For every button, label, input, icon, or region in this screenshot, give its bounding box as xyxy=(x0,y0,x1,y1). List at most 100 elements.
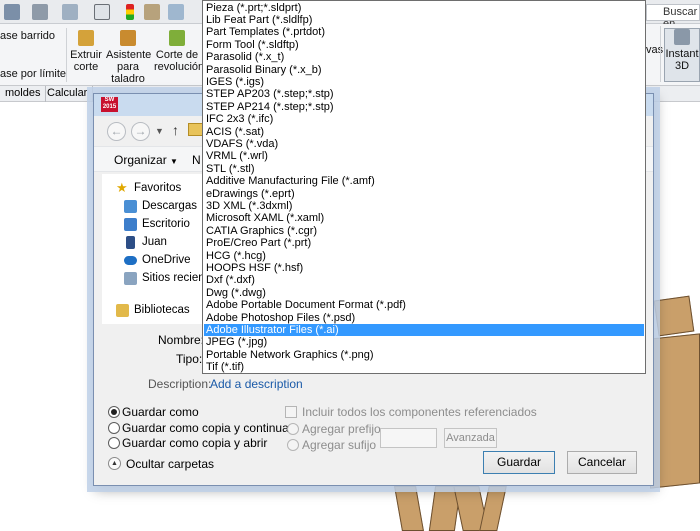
tab-calcular[interactable]: Calcular xyxy=(42,86,94,102)
filename-label: Nombre: xyxy=(158,333,205,347)
filetype-option[interactable]: STL (*.stl) xyxy=(204,163,644,175)
filetype-option[interactable]: Dwg (*.dwg) xyxy=(204,287,644,299)
nav-item-bibliotecas[interactable]: Bibliotecas xyxy=(116,302,206,320)
filetype-option[interactable]: Dxf (*.dxf) xyxy=(204,274,644,286)
radio-button[interactable] xyxy=(108,406,120,418)
cancel-button[interactable]: Cancelar xyxy=(567,451,637,474)
libraries-icon xyxy=(116,304,129,317)
nav-item-descargas[interactable]: Descargas xyxy=(124,198,206,216)
filetype-option[interactable]: ProE/Creo Part (*.prt) xyxy=(204,237,644,249)
include-components-checkbox[interactable]: Incluir todos los componentes referencia… xyxy=(285,404,537,420)
hole-wizard-button[interactable]: Asistente para taladro xyxy=(106,30,151,85)
nav-item-favoritos[interactable]: ★ Favoritos xyxy=(116,180,206,198)
radio-guardar-copia-continuar[interactable]: Guardar como copia y continuar xyxy=(108,420,293,436)
checkbox[interactable] xyxy=(285,406,297,418)
chevron-up-icon: ▲ xyxy=(108,457,121,470)
advanced-button[interactable]: Avanzada xyxy=(444,428,497,448)
radio-button[interactable] xyxy=(108,422,120,434)
filetype-option[interactable]: VDAFS (*.vda) xyxy=(204,138,644,150)
cloud-icon xyxy=(124,256,137,265)
save-icon[interactable] xyxy=(4,4,20,20)
ribbon-divider xyxy=(66,28,67,82)
filetype-option[interactable]: STEP AP214 (*.step;*.stp) xyxy=(204,101,644,113)
extruded-cut-icon xyxy=(78,30,94,46)
file-properties-icon[interactable] xyxy=(144,4,160,20)
filetype-option[interactable]: VRML (*.wrl) xyxy=(204,150,644,162)
prefix-suffix-input[interactable] xyxy=(380,428,437,448)
filetype-option[interactable]: CATIA Graphics (*.cgr) xyxy=(204,225,644,237)
print-icon[interactable] xyxy=(32,4,48,20)
save-button[interactable]: Guardar xyxy=(483,451,555,474)
description-label: Description: xyxy=(148,377,212,391)
filetype-option[interactable]: JPEG (*.jpg) xyxy=(204,336,644,348)
solidworks-logo-icon: SW 2015 xyxy=(101,97,118,112)
model-plank xyxy=(653,295,695,337)
ribbon-item-barrido[interactable]: ase barrido xyxy=(0,30,55,42)
filetype-option[interactable]: Adobe Photoshop Files (*.psd) xyxy=(204,312,644,324)
tab-moldes[interactable]: moldes xyxy=(0,86,47,102)
hole-wizard-icon xyxy=(120,30,136,46)
instant3d-icon xyxy=(674,29,690,45)
radio-guardar-copia-abrir[interactable]: Guardar como copia y abrir xyxy=(108,435,288,451)
filetype-option[interactable]: ACIS (*.sat) xyxy=(204,126,644,138)
organize-button[interactable]: Organizar ▼ xyxy=(114,153,178,167)
search-input[interactable]: Buscar en xyxy=(646,4,700,30)
forward-icon[interactable]: → xyxy=(131,122,150,141)
filetype-option[interactable]: 3D XML (*.3dxml) xyxy=(204,200,644,212)
recent-places-icon xyxy=(124,272,137,285)
filetype-option[interactable]: Additive Manufacturing File (*.amf) xyxy=(204,175,644,187)
filetype-label: Tipo: xyxy=(176,352,203,366)
filetype-option[interactable]: Lib Feat Part (*.sldlfp) xyxy=(204,14,644,26)
select-pointer-icon[interactable] xyxy=(94,4,110,20)
filetype-option[interactable]: Form Tool (*.sldftp) xyxy=(204,39,644,51)
star-icon: ★ xyxy=(116,180,128,195)
undo-icon[interactable] xyxy=(62,4,78,20)
radio-button[interactable] xyxy=(108,437,120,449)
filetype-option[interactable]: IFC 2x3 (*.ifc) xyxy=(204,113,644,125)
user-folder-icon xyxy=(126,236,135,249)
model-plank xyxy=(650,333,700,489)
filetype-option[interactable]: Microsoft XAML (*.xaml) xyxy=(204,212,644,224)
filetype-dropdown-list[interactable]: Pieza (*.prt;*.sldprt) Lib Feat Part (*.s… xyxy=(202,0,646,374)
options-icon[interactable] xyxy=(168,4,184,20)
filetype-option[interactable]: Portable Network Graphics (*.png) xyxy=(204,349,644,361)
nav-item-onedrive[interactable]: OneDrive xyxy=(124,252,206,270)
model-plank xyxy=(479,486,507,531)
ribbon-item-limite[interactable]: ase por límite xyxy=(0,68,66,80)
nav-item-sitios-recientes[interactable]: Sitios recientes xyxy=(124,270,206,288)
back-icon[interactable]: ← xyxy=(107,122,126,141)
radio-button[interactable] xyxy=(287,423,299,435)
up-folder-icon[interactable]: ↑ xyxy=(172,122,179,138)
instant3d-button[interactable]: Instant 3D xyxy=(664,28,700,82)
ribbon-divider xyxy=(660,26,661,82)
filetype-option[interactable]: Parasolid Binary (*.x_b) xyxy=(204,64,644,76)
extruded-cut-button[interactable]: Extruir corte xyxy=(70,30,102,73)
model-plank xyxy=(394,486,424,531)
navigation-pane: ★ Favoritos Descargas Escritorio Juan On… xyxy=(102,174,206,324)
chevron-down-icon: ▼ xyxy=(170,157,178,166)
new-folder-button[interactable]: N xyxy=(192,153,201,167)
nav-item-escritorio[interactable]: Escritorio xyxy=(124,216,206,234)
filetype-option[interactable]: Adobe Portable Document Format (*.pdf) xyxy=(204,299,644,311)
filetype-option[interactable]: Pieza (*.prt;*.sldprt) xyxy=(204,2,644,14)
rebuild-icon[interactable] xyxy=(126,4,134,20)
radio-button[interactable] xyxy=(287,439,299,451)
filetype-option[interactable]: STEP AP203 (*.step;*.stp) xyxy=(204,88,644,100)
filetype-option[interactable]: eDrawings (*.eprt) xyxy=(204,188,644,200)
revolved-cut-button[interactable]: Corte de revolución xyxy=(154,30,204,73)
filetype-option[interactable]: Parasolid (*.x_t) xyxy=(204,51,644,63)
nav-item-juan[interactable]: Juan xyxy=(124,234,206,252)
hide-folders-toggle[interactable]: ▲ Ocultar carpetas xyxy=(108,456,218,472)
filetype-option[interactable]: HOOPS HSF (*.hsf) xyxy=(204,262,644,274)
filetype-option[interactable]: IGES (*.igs) xyxy=(204,76,644,88)
downloads-icon xyxy=(124,200,137,213)
desktop-icon xyxy=(124,218,137,231)
filetype-option[interactable]: Tif (*.tif) xyxy=(204,361,644,373)
filetype-option[interactable]: HCG (*.hcg) xyxy=(204,250,644,262)
revolved-cut-icon xyxy=(169,30,185,46)
add-description-link[interactable]: Add a description xyxy=(210,377,303,391)
radio-guardar-como[interactable]: Guardar como xyxy=(108,404,288,420)
filetype-option[interactable]: Adobe Illustrator Files (*.ai) xyxy=(204,323,644,337)
filetype-option[interactable]: Part Templates (*.prtdot) xyxy=(204,26,644,38)
recent-locations-icon[interactable]: ▼ xyxy=(155,126,164,136)
